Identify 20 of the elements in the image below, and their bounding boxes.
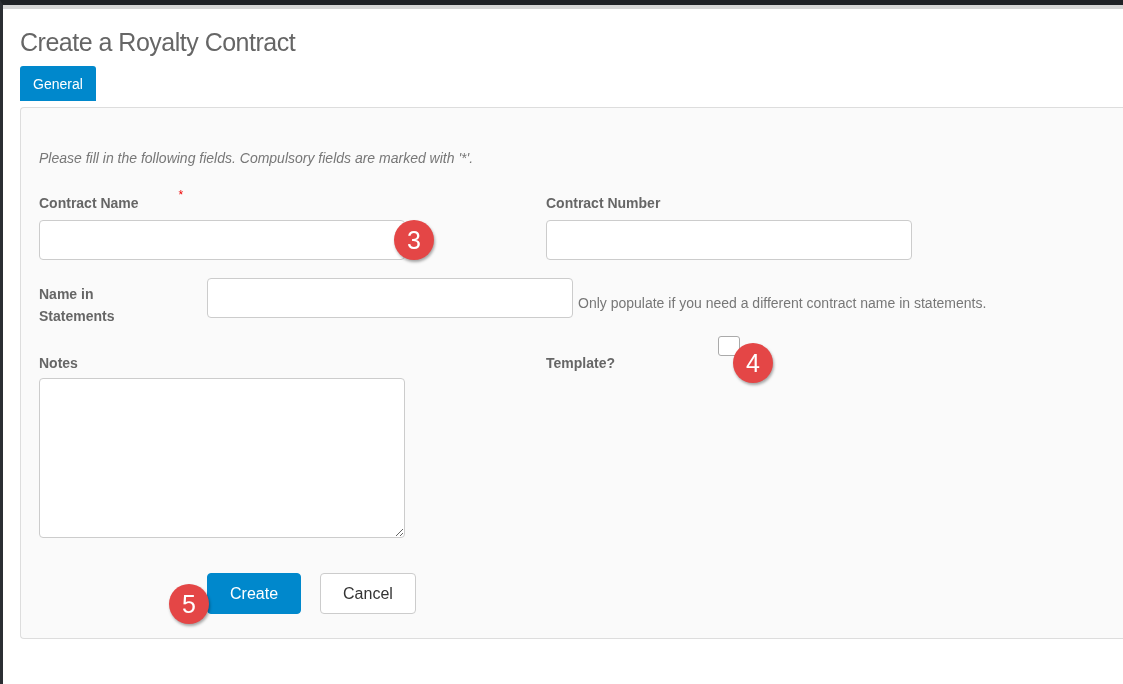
notes-textarea[interactable] bbox=[39, 378, 405, 538]
checkbox[interactable] bbox=[718, 336, 740, 356]
callout-marker: 5 bbox=[169, 584, 209, 624]
callout-marker: 4 bbox=[733, 343, 773, 383]
cancel-button[interactable]: Cancel bbox=[320, 573, 416, 614]
callout-marker: 3 bbox=[394, 220, 434, 260]
input-field[interactable] bbox=[546, 220, 912, 260]
form-instructions: Please fill in the following fields. Compulsory fields are marked with '*'. bbox=[39, 150, 475, 166]
tab[interactable]: General bbox=[20, 66, 96, 101]
input-field[interactable] bbox=[207, 278, 573, 318]
field-label: Contract Number bbox=[546, 195, 661, 211]
submit-button[interactable]: Create bbox=[207, 573, 302, 614]
field-label: Contract Name bbox=[39, 195, 139, 211]
field-label: Name in Statements bbox=[39, 285, 116, 326]
required-mark: * bbox=[178, 188, 184, 202]
field-label: Template? bbox=[546, 355, 615, 371]
page-title: Create a Royalty Contract bbox=[20, 28, 297, 57]
field-label: Notes bbox=[39, 355, 78, 371]
input-field[interactable] bbox=[39, 220, 405, 260]
help-text: Only populate if you need a different contract name in statements. bbox=[578, 294, 987, 311]
